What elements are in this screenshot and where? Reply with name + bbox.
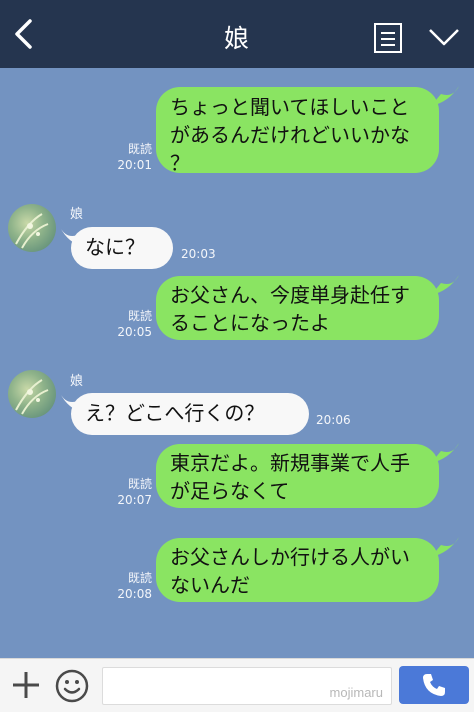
message-time: 20:05 [117, 325, 152, 339]
watermark: mojimaru [329, 685, 383, 700]
phone-icon [423, 674, 445, 696]
message-bubble[interactable]: ちょっと聞いてほしいこと があるんだけれどいいかな ？ [156, 87, 439, 175]
read-receipt: 既読 [127, 309, 152, 323]
message-bubble[interactable]: 東京だよ。新規事業で人手 が足らなくて [156, 444, 439, 508]
read-receipt: 既読 [127, 571, 152, 585]
message-time: 20:01 [117, 158, 152, 172]
chevron-down-icon[interactable] [427, 26, 461, 48]
chat-header: 娘 [0, 0, 474, 68]
message-input[interactable]: mojimaru [102, 667, 392, 705]
message-composer: mojimaru [0, 658, 474, 712]
message-bubble[interactable]: お父さん、今度単身赴任す ることになったよ [156, 276, 439, 340]
sender-name: 娘 [70, 374, 84, 389]
message-time: 20:07 [117, 493, 152, 507]
message-bubble[interactable]: え？どこへ行くの？ [71, 393, 309, 435]
notes-icon[interactable] [373, 22, 403, 54]
message-bubble[interactable]: お父さんしか行ける人がい ないんだ [156, 538, 439, 602]
sender-name: 娘 [70, 207, 84, 222]
avatar[interactable] [8, 370, 56, 418]
plus-icon[interactable] [10, 669, 42, 701]
read-receipt: 既読 [127, 477, 152, 491]
chat-area[interactable]: 既読 20:01 ちょっと聞いてほしいこと があるんだけれどいいかな ？ 娘 な… [0, 68, 474, 658]
message-bubble[interactable]: なに？ [71, 227, 173, 269]
message-time: 20:06 [316, 413, 351, 427]
message-time: 20:03 [181, 247, 216, 261]
smiley-icon[interactable] [54, 668, 90, 704]
avatar[interactable] [8, 204, 56, 252]
read-receipt: 既読 [127, 142, 152, 156]
call-button[interactable] [399, 666, 469, 704]
message-time: 20:08 [117, 587, 152, 601]
